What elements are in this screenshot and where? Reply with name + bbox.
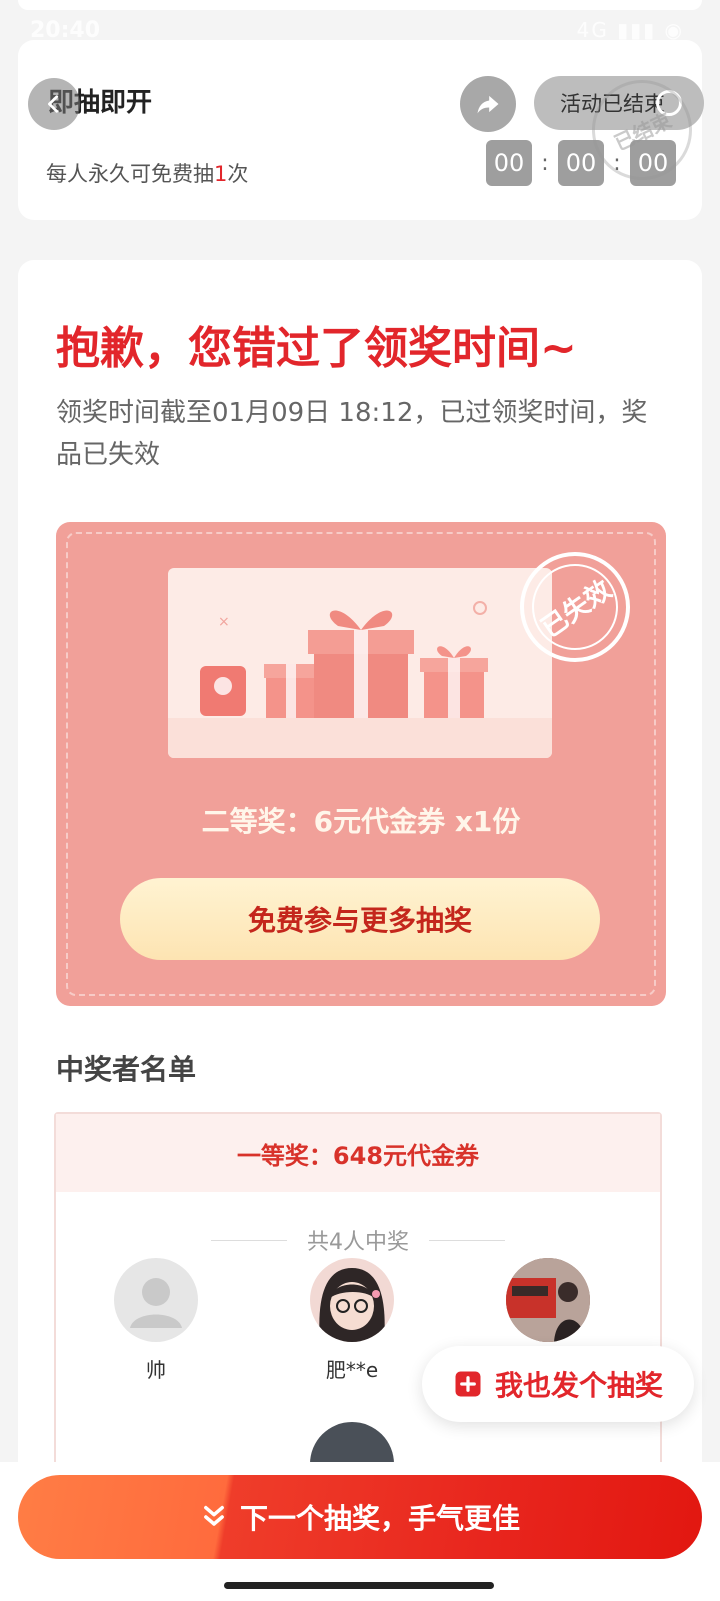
countdown-hours: 00 (486, 140, 532, 186)
avatar[interactable] (506, 1258, 590, 1342)
anime-avatar-icon (319, 1268, 385, 1342)
countdown-separator: : (541, 150, 549, 176)
winners-section-title: 中奖者名单 (56, 1053, 197, 1086)
next-lottery-button[interactable]: 下一个抽奖，手气更佳 (18, 1475, 702, 1559)
default-user-icon (130, 1278, 182, 1328)
photo-avatar-icon (506, 1258, 590, 1342)
prize-name: 二等奖：6元代金券 x1份 (201, 805, 521, 838)
gift-boxes-icon: × (168, 601, 552, 758)
create-lottery-label: 我也发个抽奖 (494, 1369, 663, 1402)
gift-illustration: × (168, 568, 552, 758)
home-indicator[interactable] (224, 1582, 494, 1589)
winner-count-label: 共4人中奖 (307, 1230, 409, 1255)
winner-name: 帅 (146, 1358, 166, 1382)
rule-suffix: 次 (227, 162, 249, 186)
divider (429, 1239, 505, 1241)
double-chevron-down-icon (204, 1505, 224, 1526)
result-description: 领奖时间截至01月09日 18:12，已过领奖时间，奖品已失效 (56, 398, 648, 470)
previous-card-edge (18, 0, 702, 10)
winner-count: 共4人中奖 (56, 1224, 660, 1256)
page: 20:40 4G ▮▮▮ ◉ 即抽即开 每人永久可免费抽1次 活动已结束 00 … (0, 0, 720, 1601)
share-button[interactable] (460, 76, 516, 132)
avatar[interactable] (310, 1258, 394, 1342)
winner-name: 肥**e (325, 1358, 379, 1382)
rule-prefix: 每人永久可免费抽 (46, 162, 214, 186)
next-lottery-label: 下一个抽奖，手气更佳 (239, 1502, 520, 1535)
status-icons: 4G ▮▮▮ ◉ (576, 18, 684, 42)
prize-box: × 已失效 二等奖：6元代金券 x1份 免费参与更多抽奖 (56, 522, 666, 1006)
lottery-rule: 每人永久可免费抽1次 (46, 158, 248, 188)
chevron-left-icon (48, 95, 59, 113)
rule-count: 1 (214, 162, 228, 186)
svg-text:×: × (218, 614, 230, 630)
divider (211, 1239, 287, 1241)
share-arrow-icon (477, 95, 499, 114)
join-more-lottery-button[interactable]: 免费参与更多抽奖 (120, 878, 600, 960)
back-button[interactable] (28, 78, 80, 130)
result-title: 抱歉，您错过了领奖时间~ (56, 323, 577, 374)
avatar[interactable] (114, 1258, 198, 1342)
prize-tier-header: 一等奖：648元代金券 (56, 1114, 660, 1192)
plus-square-icon (455, 1371, 481, 1397)
create-lottery-button[interactable]: 我也发个抽奖 (422, 1346, 694, 1422)
